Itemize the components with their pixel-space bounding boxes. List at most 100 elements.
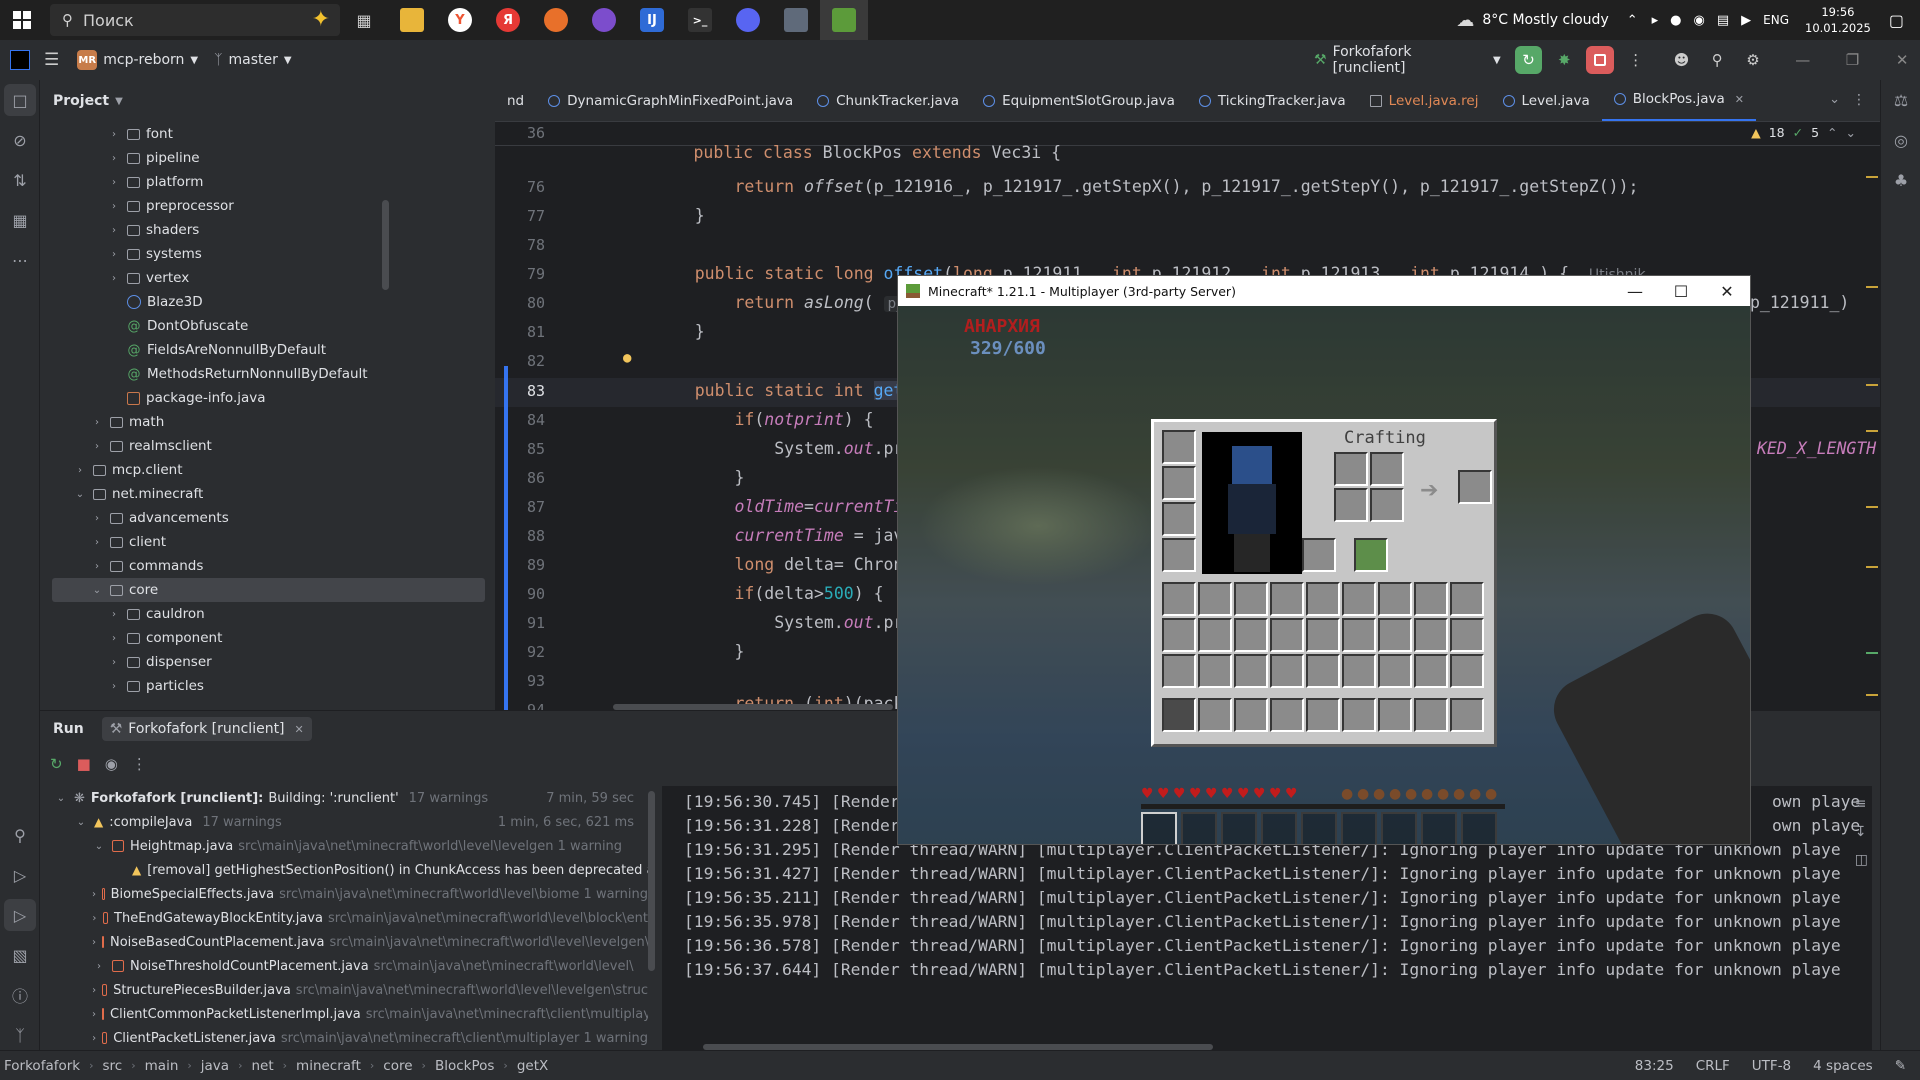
- inventory-slot[interactable]: [1198, 654, 1232, 688]
- game-scene[interactable]: АНАРХИЯ 329/600 Crafting ➔ ♥ ♥ ♥ ♥ ♥ ♥ ♥ ♥ ♥ ♥ ● ●…: [898, 306, 1750, 844]
- build-file-row[interactable]: › TheEndGatewayBlockEntity.java src\main\j…: [40, 906, 648, 930]
- stop-icon[interactable]: ■: [77, 755, 91, 773]
- tree-item-package-info-java[interactable]: package-info.java: [40, 386, 495, 410]
- eye-icon[interactable]: ◉: [105, 755, 118, 773]
- search-icon[interactable]: ⚲: [1703, 46, 1731, 74]
- run-config-tab[interactable]: ⚒ Forkofafork [runclient] ✕: [101, 717, 312, 741]
- build-file-row[interactable]: › BiomeSpecialEffects.java src\main\java\n…: [40, 882, 648, 906]
- tree-item-methodsreturnnonnullbydefault[interactable]: @ MethodsReturnNonnullByDefault: [40, 362, 495, 386]
- chevron-right-icon[interactable]: ›: [107, 609, 121, 620]
- crafting-grid-slot[interactable]: [1334, 452, 1368, 486]
- chevron-right-icon[interactable]: ›: [107, 177, 121, 188]
- more-actions-icon[interactable]: ⋮: [1622, 46, 1650, 74]
- windows-start-button[interactable]: [0, 0, 44, 40]
- lock-icon[interactable]: ✎: [1895, 1058, 1906, 1074]
- minimize-icon[interactable]: —: [1789, 46, 1817, 74]
- crafting-grid-slot[interactable]: [1370, 452, 1404, 486]
- chevron-right-icon[interactable]: ›: [90, 441, 104, 452]
- inventory-slot[interactable]: [1270, 654, 1304, 688]
- editor-tab[interactable]: BlockPos.java ✕: [1601, 80, 1756, 121]
- editor-tab[interactable]: TickingTracker.java: [1187, 80, 1358, 121]
- chevron-right-icon[interactable]: ›: [90, 561, 104, 572]
- build-root-row[interactable]: ⌄ ❋ Forkofafork [runclient]: Building: '…: [40, 786, 648, 810]
- inventory-slot[interactable]: [1306, 654, 1340, 688]
- breadcrumb-item[interactable]: src: [103, 1058, 123, 1074]
- inventory-slot[interactable]: [1198, 582, 1232, 616]
- network-icon[interactable]: ▸: [1652, 13, 1659, 28]
- tree-item-vertex[interactable]: › vertex: [40, 266, 495, 290]
- project-scrollbar[interactable]: [382, 200, 389, 290]
- tree-item-pipeline[interactable]: › pipeline: [40, 146, 495, 170]
- minecraft-title-bar[interactable]: Minecraft* 1.21.1 - Multiplayer (3rd-par…: [898, 276, 1750, 306]
- hotbar-slot[interactable]: [1306, 698, 1340, 732]
- branch-selector[interactable]: ᛉ master ▼: [208, 46, 297, 74]
- task-view-icon[interactable]: ▦: [340, 0, 388, 40]
- breadcrumb-item[interactable]: core: [383, 1058, 412, 1074]
- inventory-slot[interactable]: [1198, 618, 1232, 652]
- run-tab[interactable]: Run: [53, 721, 84, 737]
- inventory-slot[interactable]: [1342, 582, 1376, 616]
- tree-item-mcp-client[interactable]: › mcp.client: [40, 458, 495, 482]
- chevron-right-icon[interactable]: ›: [92, 1009, 96, 1020]
- rerun-icon[interactable]: ↻: [1514, 46, 1543, 74]
- tree-item-cauldron[interactable]: › cauldron: [40, 602, 495, 626]
- chevron-right-icon[interactable]: ›: [107, 225, 121, 236]
- editor-tab[interactable]: Level.java.rej: [1358, 80, 1491, 121]
- error-stripe[interactable]: [1860, 146, 1880, 710]
- inventory-slot[interactable]: [1306, 618, 1340, 652]
- scroll-to-end-icon[interactable]: ↧: [1855, 824, 1868, 840]
- inventory-slot[interactable]: [1378, 618, 1412, 652]
- hotbar-slot[interactable]: [1198, 698, 1232, 732]
- inventory-slot[interactable]: [1414, 654, 1448, 688]
- notifications-bell-icon[interactable]: ⚖: [1881, 80, 1920, 120]
- tree-item-commands[interactable]: › commands: [40, 554, 495, 578]
- hotbar-slot[interactable]: [1378, 698, 1412, 732]
- chevron-right-icon[interactable]: ›: [107, 681, 121, 692]
- caret-position[interactable]: 83:25: [1635, 1058, 1674, 1074]
- stop-icon[interactable]: [1586, 46, 1614, 74]
- tree-item-blaze3d[interactable]: Blaze3D: [40, 290, 495, 314]
- minimize-icon[interactable]: —: [1612, 276, 1658, 306]
- inventory-slot[interactable]: [1378, 582, 1412, 616]
- tree-item-math[interactable]: › math: [40, 410, 495, 434]
- chevron-right-icon[interactable]: ›: [92, 913, 97, 924]
- firefox-icon[interactable]: [532, 0, 580, 40]
- hotbar-slot[interactable]: [1162, 698, 1196, 732]
- microphone-icon[interactable]: ●: [1670, 13, 1681, 28]
- inventory-slot[interactable]: [1306, 582, 1340, 616]
- chevron-right-icon[interactable]: ›: [107, 273, 121, 284]
- language-indicator[interactable]: ENG: [1763, 13, 1789, 27]
- taskbar-search-box[interactable]: ⚲ Поиск ✦: [50, 4, 340, 36]
- chevron-right-icon[interactable]: ›: [107, 657, 121, 668]
- build-file-row[interactable]: › ClientCommonPacketListenerImpl.java src\…: [40, 1002, 648, 1026]
- breadcrumb-item[interactable]: minecraft: [296, 1058, 361, 1074]
- build-file-row[interactable]: ⌄ Heightmap.java src\main\java\net\minecra…: [40, 834, 648, 858]
- chevron-right-icon[interactable]: ›: [107, 129, 121, 140]
- chevron-right-icon[interactable]: ›: [92, 1033, 96, 1044]
- more-tools-icon[interactable]: ⋯: [0, 240, 40, 280]
- crafting-grid-slot[interactable]: [1334, 488, 1368, 522]
- hotbar-slot[interactable]: [1450, 698, 1484, 732]
- volume-icon[interactable]: ▶: [1741, 13, 1751, 28]
- ide-logo-icon[interactable]: [10, 50, 30, 70]
- tree-item-fieldsarenonnullbydefault[interactable]: @ FieldsAreNonnullByDefault: [40, 338, 495, 362]
- debug-icon[interactable]: ✸: [1550, 46, 1578, 74]
- inventory-slot[interactable]: [1414, 582, 1448, 616]
- inventory-slot[interactable]: [1342, 618, 1376, 652]
- build-scrollbar[interactable]: [648, 791, 655, 971]
- offhand-slot[interactable]: [1302, 538, 1336, 572]
- close-icon[interactable]: ✕: [295, 723, 304, 736]
- inventory-slot[interactable]: [1450, 654, 1484, 688]
- inventory-slot[interactable]: [1450, 582, 1484, 616]
- build-file-row[interactable]: › NoiseBasedCountPlacement.java src\main\j…: [40, 930, 648, 954]
- breadcrumb-item[interactable]: main: [145, 1058, 179, 1074]
- editor-tab[interactable]: DynamicGraphMinFixedPoint.java: [536, 80, 805, 121]
- hotbar-slot[interactable]: [1234, 698, 1268, 732]
- tree-item-realmsclient[interactable]: › realmsclient: [40, 434, 495, 458]
- chevron-right-icon[interactable]: ›: [92, 985, 96, 996]
- clock[interactable]: 19:56 10.01.2025: [1805, 4, 1871, 36]
- wifi-icon[interactable]: ▤: [1717, 13, 1729, 28]
- tree-item-font[interactable]: › font: [40, 122, 495, 146]
- tree-item-shaders[interactable]: › shaders: [40, 218, 495, 242]
- soft-wrap-icon[interactable]: ≡: [1855, 796, 1868, 812]
